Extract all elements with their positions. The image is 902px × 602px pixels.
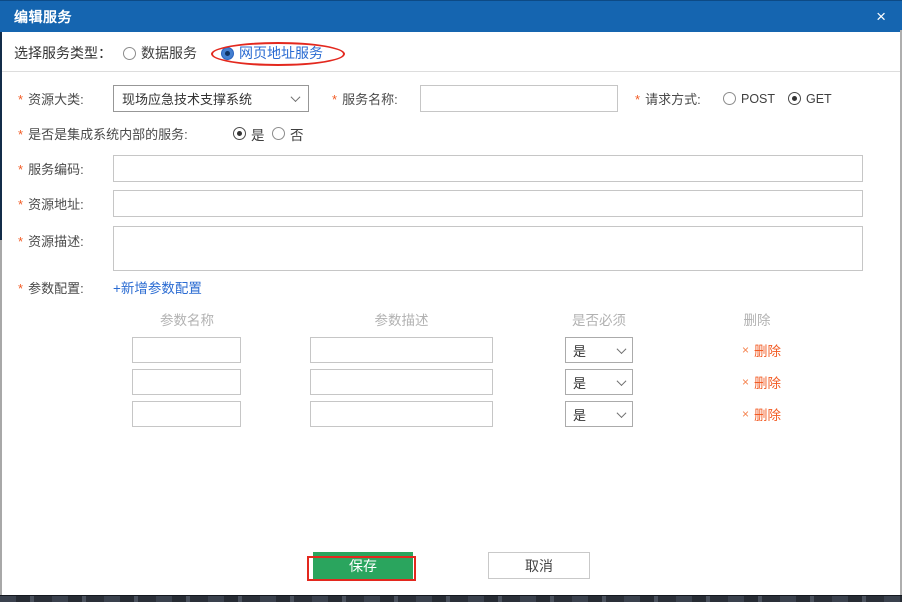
radio-label: 是: [251, 124, 265, 144]
radio-label: 数据服务: [141, 43, 197, 63]
radio-checked-icon: [788, 92, 801, 105]
select-value: 现场应急技术支撑系统: [122, 89, 252, 108]
delete-param-link[interactable]: × 删除: [742, 337, 781, 363]
resource-category-label: * 资源大类:: [18, 85, 84, 111]
param-description-input[interactable]: [310, 337, 493, 363]
field-label-text: 资源描述:: [28, 231, 84, 250]
dialog-titlebar: 编辑服务 ×: [0, 0, 902, 32]
radio-unchecked-icon: [123, 47, 136, 60]
delete-param-link[interactable]: × 删除: [742, 369, 781, 395]
close-icon[interactable]: ×: [874, 8, 888, 25]
delete-label: 删除: [754, 372, 781, 392]
param-description-input[interactable]: [310, 369, 493, 395]
radio-label: POST: [741, 92, 775, 106]
chevron-down-icon: [291, 92, 301, 102]
chevron-down-icon: [617, 376, 627, 386]
add-param-config-link[interactable]: +新增参数配置: [113, 274, 202, 300]
service-type-label: 选择服务类型：: [14, 39, 112, 67]
save-button[interactable]: 保存: [313, 552, 413, 579]
request-method-label: * 请求方式:: [635, 85, 701, 111]
field-label-text: 服务编码:: [28, 159, 84, 178]
required-asterisk: *: [635, 92, 640, 107]
field-label-text: 资源大类:: [28, 89, 84, 108]
param-table-header-name: 参数名称: [132, 309, 242, 329]
resource-description-label: * 资源描述:: [18, 227, 84, 253]
radio-get[interactable]: GET: [788, 85, 832, 112]
service-code-input[interactable]: [113, 155, 863, 182]
field-label-text: 参数配置:: [28, 278, 84, 297]
required-asterisk: *: [332, 92, 337, 107]
param-table-header-delete: 删除: [715, 309, 799, 329]
radio-label: 否: [290, 124, 304, 144]
radio-checked-icon: [233, 127, 246, 140]
radio-label: 网页地址服务: [239, 43, 323, 63]
radio-checked-icon: [221, 47, 234, 60]
delete-param-link[interactable]: × 删除: [742, 401, 781, 427]
param-table-header-required: 是否必须: [549, 309, 649, 329]
field-label-text: 请求方式:: [645, 89, 701, 108]
service-name-input[interactable]: [420, 85, 618, 112]
field-label-text: 是否是集成系统内部的服务:: [28, 124, 188, 143]
resource-description-textarea[interactable]: [113, 226, 863, 271]
background-window-edge-left-top: [0, 32, 2, 240]
select-value: 是: [573, 405, 586, 424]
radio-internal-yes[interactable]: 是: [233, 120, 265, 147]
delete-label: 删除: [754, 404, 781, 424]
edit-service-dialog: 编辑服务 × 选择服务类型： 数据服务 网页地址服务 * 资源大类: 现场应急技…: [0, 0, 902, 602]
radio-web-address-service[interactable]: 网页地址服务: [221, 39, 323, 67]
radio-unchecked-icon: [723, 92, 736, 105]
service-code-label: * 服务编码:: [18, 155, 84, 181]
radio-label: GET: [806, 92, 832, 106]
select-value: 是: [573, 341, 586, 360]
param-name-input[interactable]: [132, 401, 241, 427]
resource-category-select[interactable]: 现场应急技术支撑系统: [113, 85, 309, 112]
delete-label: 删除: [754, 340, 781, 360]
required-asterisk: *: [18, 281, 23, 296]
select-value: 是: [573, 373, 586, 392]
param-required-select[interactable]: 是: [565, 401, 633, 427]
param-config-label: * 参数配置:: [18, 274, 84, 300]
background-window-edge-left-bottom: [0, 240, 2, 596]
radio-data-service[interactable]: 数据服务: [123, 39, 197, 67]
field-label-text: 服务名称:: [342, 89, 398, 108]
required-asterisk: *: [18, 127, 23, 142]
chevron-down-icon: [617, 344, 627, 354]
divider: [0, 71, 902, 72]
chevron-down-icon: [617, 408, 627, 418]
required-asterisk: *: [18, 92, 23, 107]
dialog-title: 编辑服务: [14, 7, 72, 27]
radio-post[interactable]: POST: [723, 85, 775, 112]
radio-internal-no[interactable]: 否: [272, 120, 304, 147]
background-window-bottom-strip: [0, 595, 902, 602]
param-required-select[interactable]: 是: [565, 369, 633, 395]
param-required-select[interactable]: 是: [565, 337, 633, 363]
required-asterisk: *: [18, 162, 23, 177]
required-asterisk: *: [18, 197, 23, 212]
param-name-input[interactable]: [132, 337, 241, 363]
delete-x-icon: ×: [742, 408, 749, 420]
internal-service-label: * 是否是集成系统内部的服务:: [18, 120, 188, 147]
radio-unchecked-icon: [272, 127, 285, 140]
service-name-label: * 服务名称:: [332, 85, 398, 111]
required-asterisk: *: [18, 234, 23, 249]
cancel-button[interactable]: 取消: [488, 552, 590, 579]
field-label-text: 资源地址:: [28, 194, 84, 213]
delete-x-icon: ×: [742, 344, 749, 356]
param-name-input[interactable]: [132, 369, 241, 395]
resource-address-input[interactable]: [113, 190, 863, 217]
delete-x-icon: ×: [742, 376, 749, 388]
param-table-header-description: 参数描述: [310, 309, 493, 329]
param-description-input[interactable]: [310, 401, 493, 427]
resource-address-label: * 资源地址:: [18, 190, 84, 216]
